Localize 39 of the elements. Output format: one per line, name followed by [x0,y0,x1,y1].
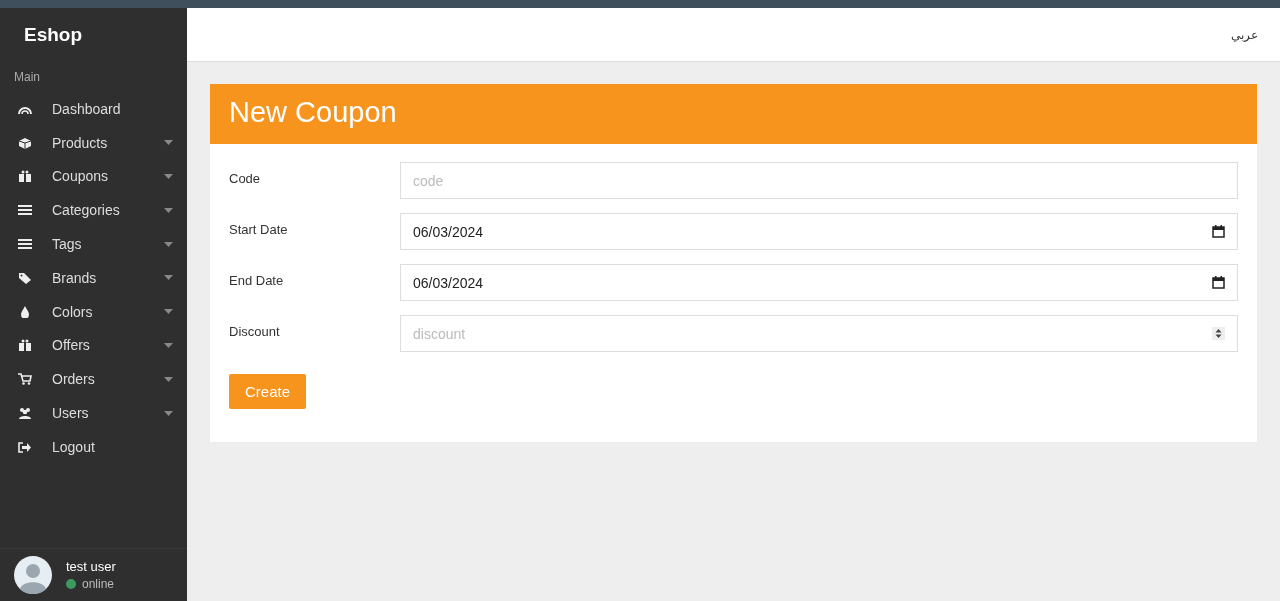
list-icon [18,238,32,251]
sidebar-item[interactable]: Users [0,396,187,430]
sidebar-item[interactable]: Colors [0,294,187,329]
list-icon [18,204,32,217]
calendar-icon [1212,225,1225,238]
avatar-icon [14,556,52,594]
sidebar-item[interactable]: Orders [0,362,187,397]
section-heading: Main [13,69,41,86]
sidebar-item[interactable]: Tags [0,227,187,261]
sidebar-item[interactable]: Coupons [0,159,187,194]
sidebar-item[interactable]: Brands [0,261,187,295]
form-header: New Coupon [210,84,1257,144]
field-label: End Date [229,272,285,288]
logout-icon [18,440,32,453]
users-icon [18,407,32,420]
tag-icon [18,271,32,284]
user-status: online [82,577,115,591]
sidebar-item[interactable]: Categories [0,193,187,228]
calendar-icon [1212,276,1225,289]
field-label: Start Date [229,221,289,237]
cube-icon [18,136,32,149]
gift-icon [18,170,32,183]
field-label: Discount [229,323,281,339]
field-label: Code [229,170,262,186]
input-field[interactable]: 06/03/2024 [400,213,1238,250]
gift-icon [18,339,32,352]
input-field[interactable]: 06/03/2024 [400,264,1238,301]
language-link[interactable]: عربي [1231,27,1258,42]
user-name: test user [66,559,116,574]
brand-logo[interactable]: Eshop [0,8,107,62]
input-field[interactable]: discount [400,315,1238,352]
sidebar-item[interactable]: Offers [0,328,187,363]
cart-icon [18,373,32,386]
sidebar-item[interactable]: Logout [0,429,187,464]
sidebar-item[interactable]: Products [0,125,187,160]
drop-icon [18,305,32,318]
sidebar-item[interactable]: Dashboard [0,92,187,126]
spinner-icon [1212,327,1225,340]
input-field[interactable]: code [400,162,1238,199]
